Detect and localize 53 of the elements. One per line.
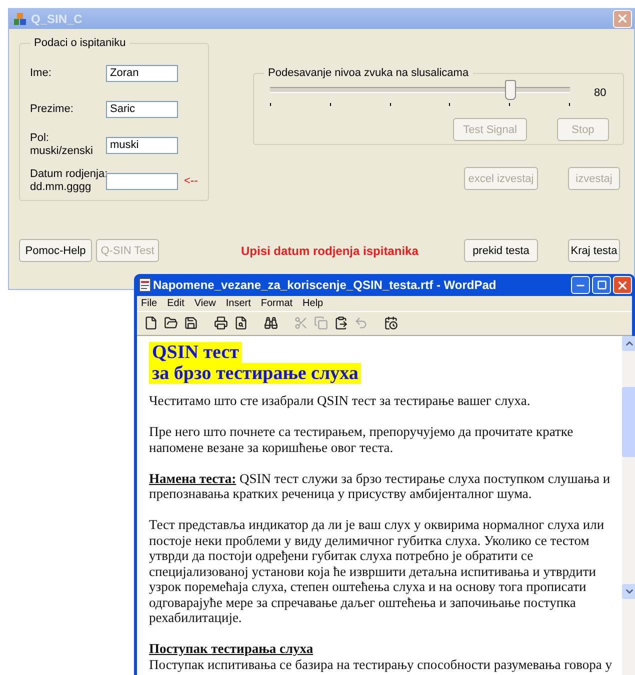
group-title: Podesavanje nivoa zvuka na slusalicama xyxy=(267,67,470,79)
menu-item[interactable]: File xyxy=(141,298,158,309)
print-preview-icon[interactable] xyxy=(233,315,249,331)
maximize-button[interactable] xyxy=(592,276,611,294)
field-label: Pol: muski/zenski xyxy=(30,132,94,158)
printer-icon[interactable] xyxy=(213,315,229,331)
input-field[interactable] xyxy=(106,172,178,190)
field-label: Datum rodjenja: dd.mm.gggg xyxy=(30,168,106,194)
document-title: QSIN тест xyxy=(149,342,242,363)
warning-message: Upisi datum rodjenja ispitanika xyxy=(241,244,420,258)
maximize-icon[interactable] xyxy=(596,280,606,290)
paragraph: Намена теста: QSIN тест служи за брзо тестирање слуха поступком слушања и препознавања кратких реченица у присуству амбијенталног шума. xyxy=(149,470,612,502)
scroll-down-icon[interactable] xyxy=(622,584,635,599)
field-label: Ime: xyxy=(30,66,52,80)
group-title: Podaci o ispitaniku xyxy=(33,37,127,49)
menu-item[interactable]: View xyxy=(194,298,216,309)
action-button[interactable]: Kraj testa xyxy=(568,239,620,262)
calendar-clock-icon[interactable] xyxy=(383,315,399,331)
input-field[interactable]: muski xyxy=(106,136,178,154)
document-title: за брзо тестирање слуха xyxy=(149,363,362,384)
close-button[interactable] xyxy=(613,276,632,294)
open-folder-icon[interactable] xyxy=(163,315,179,331)
window-title: Napomene_vezane_za_koriscenje_QSIN_testa.rtf - WordPad xyxy=(153,278,498,292)
section-heading: Поступак тестирања слуха xyxy=(149,641,314,656)
volume-value: 80 xyxy=(594,87,606,99)
arrow-marker: <-- xyxy=(184,175,198,187)
input-field[interactable]: Saric xyxy=(106,100,178,118)
menu-item[interactable]: Help xyxy=(302,298,324,309)
menu-item[interactable]: Format xyxy=(260,298,293,309)
scroll-up-icon[interactable] xyxy=(622,336,635,351)
action-button[interactable]: Pomoc-Help xyxy=(19,239,92,262)
scrollbar[interactable] xyxy=(622,336,635,675)
document-icon xyxy=(139,278,151,292)
close-icon[interactable] xyxy=(616,278,629,292)
search-icon[interactable] xyxy=(263,315,279,331)
paragraph: Пре него што почнете са тестирањем, препоручујемо да прочитате кратке напомене везане за коришћење овог теста. xyxy=(149,424,574,455)
new-file-icon[interactable] xyxy=(143,315,159,331)
paragraph: Тест представља индикатор да ли је ваш слух у оквирима нормалног слуха или постоје неки проблеми у виду делимичног губитка слуха. Уколико се тестом утврди да постоји одређени губитак слуха потребно је обратити се специјализованој установи која ће извршити детаљна испитивања и утврдити узрок поремећаја слуха, степен оштећења слуха и на основу тога прописати одговарајуће мере за спречавање даљег оштећења и започињање поступка рехабилитације. xyxy=(149,517,606,626)
app-icon xyxy=(13,12,27,26)
paste-icon[interactable] xyxy=(333,315,349,331)
scroll-thumb[interactable] xyxy=(622,387,635,457)
save-icon[interactable] xyxy=(183,315,199,331)
menu-item[interactable]: Insert xyxy=(226,298,251,309)
window-title: Q_SIN_C xyxy=(31,12,84,26)
volume-slider[interactable] xyxy=(270,79,570,99)
minimize-button[interactable] xyxy=(571,276,590,294)
field-label: Prezime: xyxy=(30,102,74,116)
menu-item[interactable]: Edit xyxy=(167,298,184,309)
slider-thumb[interactable] xyxy=(505,80,516,100)
paragraph: Поступак испитивања се базира на тестирању способности разумевања говора у xyxy=(149,656,612,672)
action-button[interactable]: prekid testa xyxy=(464,239,538,262)
paragraph: Честитамо што сте изабрали QSIN тест за тестирање вашег слуха. xyxy=(149,393,532,408)
input-field[interactable]: Zoran xyxy=(106,64,178,82)
